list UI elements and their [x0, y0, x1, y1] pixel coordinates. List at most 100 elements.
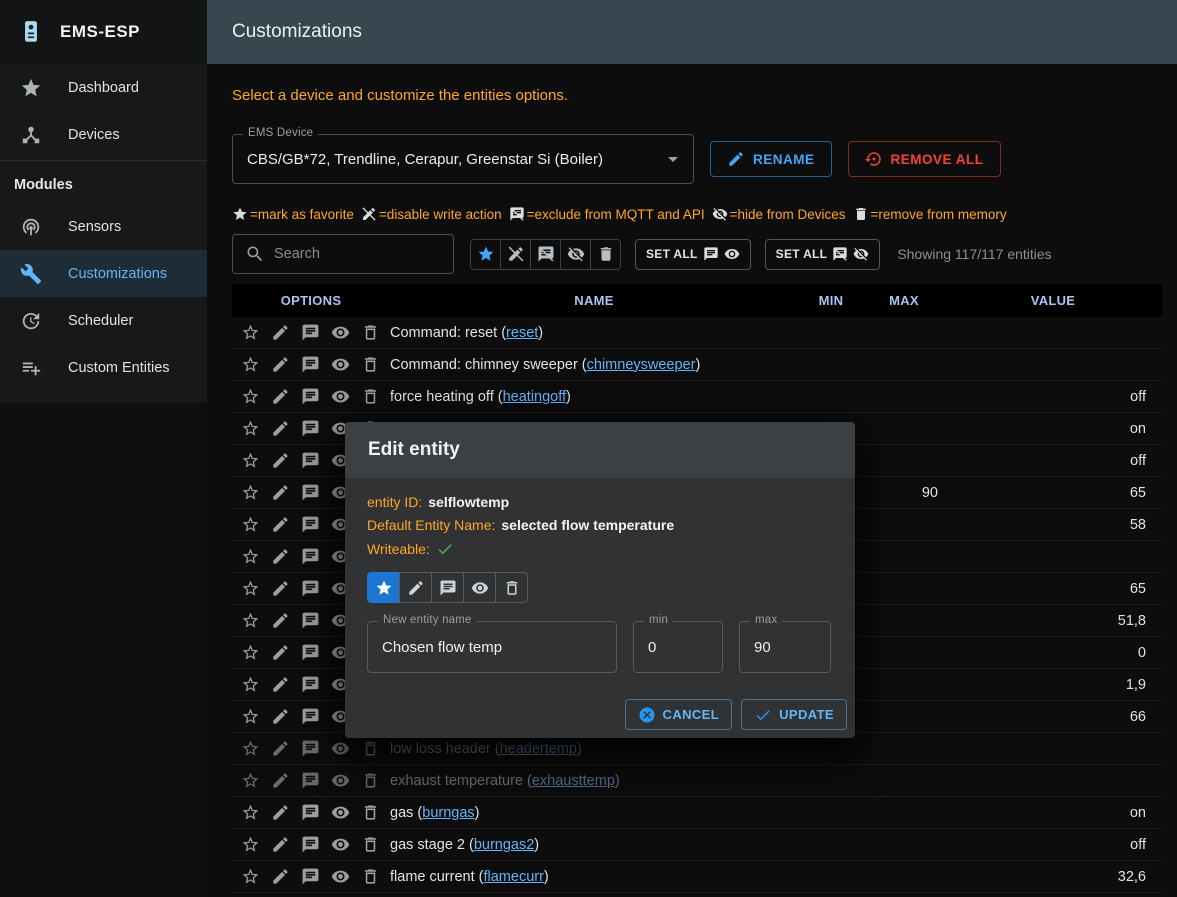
star-icon — [241, 835, 260, 854]
filter-hide-devices-button[interactable] — [560, 239, 591, 270]
showing-entities-count: Showing 117/117 entities — [897, 246, 1051, 262]
sidebar-item-label: Scheduler — [68, 313, 133, 329]
entity-id-link[interactable]: exhausttemp — [532, 773, 615, 789]
entity-id-link[interactable]: chimneysweeper — [587, 357, 696, 373]
edit-icon — [271, 707, 290, 726]
chat-icon — [301, 547, 320, 566]
visibility-icon — [331, 803, 350, 822]
entity-id-link[interactable]: reset — [506, 325, 538, 341]
star-icon — [232, 206, 248, 222]
toggle-disable-write-button[interactable] — [399, 572, 432, 603]
filter-remove-button[interactable] — [590, 239, 621, 270]
filter-disable-write-button[interactable] — [500, 239, 531, 270]
star-icon — [241, 611, 260, 630]
sidebar-item-scheduler[interactable]: Scheduler — [0, 297, 207, 344]
search-field[interactable] — [232, 234, 454, 274]
new-entity-name-input[interactable] — [382, 639, 602, 656]
sidebar-item-customizations[interactable]: Customizations — [0, 250, 207, 297]
visibility-icon — [724, 246, 740, 262]
toggle-exclude-mqtt-button[interactable] — [431, 572, 464, 603]
entity-id-link[interactable]: burngas2 — [474, 837, 534, 853]
toggle-favorite-button[interactable] — [367, 572, 400, 603]
table-row[interactable]: exhaust temperature (exhausttemp) — [232, 765, 1162, 797]
entity-name: force heating off (heatingoff) — [390, 389, 798, 405]
remove-all-button[interactable]: REMOVE ALL — [848, 141, 1001, 177]
star-icon — [241, 483, 260, 502]
edit-entity-dialog: Edit entity entity ID: selflowtemp Defau… — [345, 422, 855, 738]
sidebar-item-label: Custom Entities — [68, 360, 170, 376]
table-row[interactable]: Command: reset (reset) — [232, 317, 1162, 349]
entity-value: off — [944, 389, 1162, 405]
chat-icon — [301, 515, 320, 534]
cancel-button[interactable]: CANCEL — [625, 699, 733, 730]
star-icon — [241, 451, 260, 470]
row-option-icons — [232, 803, 390, 822]
ems-device-select[interactable]: EMS Device CBS/GB*72, Trendline, Cerapur… — [232, 134, 694, 184]
filter-favorite-button[interactable] — [470, 239, 501, 270]
edit-icon — [727, 150, 745, 168]
table-row[interactable]: force heating off (heatingoff) off — [232, 381, 1162, 413]
table-row[interactable]: gas stage 2 (burngas2)off — [232, 829, 1162, 861]
search-input[interactable] — [274, 246, 441, 262]
star-icon — [241, 803, 260, 822]
entity-id-link[interactable]: burngas — [422, 805, 474, 821]
app-window: EMS-ESP Dashboard Devices Modules Sensor… — [0, 0, 1177, 897]
star-icon — [241, 643, 260, 662]
legend-favorite: =mark as favorite — [232, 206, 354, 222]
chat-icon — [301, 611, 320, 630]
visibility-off-icon — [567, 245, 585, 263]
row-option-icons — [232, 387, 390, 406]
app-logo-bar: EMS-ESP — [0, 0, 207, 64]
chat-off-icon — [537, 245, 555, 263]
entity-id-link[interactable]: heatingoff — [503, 389, 566, 405]
dashboard-icon — [20, 77, 42, 99]
edit-icon — [271, 547, 290, 566]
visibility-icon — [331, 387, 350, 406]
chat-icon — [301, 387, 320, 406]
delete-icon — [503, 579, 521, 597]
table-row[interactable]: Command: chimney sweeper (chimneysweeper… — [232, 349, 1162, 381]
sidebar-item-dashboard[interactable]: Dashboard — [0, 64, 207, 111]
min-input[interactable] — [648, 639, 708, 656]
table-row[interactable]: flame current (flamecurr)32,6 — [232, 861, 1162, 893]
edit-icon — [271, 387, 290, 406]
sidebar-item-label: Devices — [68, 127, 120, 143]
entity-id-link[interactable]: flamecurr — [483, 869, 543, 885]
entity-id-link[interactable]: headertemp — [500, 741, 577, 757]
edit-icon — [271, 419, 290, 438]
cancel-circle-icon — [638, 706, 656, 724]
toggle-remove-button[interactable] — [495, 572, 528, 603]
rename-button[interactable]: RENAME — [710, 141, 832, 177]
update-button[interactable]: UPDATE — [741, 699, 847, 730]
set-all-hidden-button[interactable]: SET ALL — [765, 239, 881, 270]
table-header: OPTIONS NAME MIN MAX VALUE — [232, 284, 1162, 317]
sidebar-item-devices[interactable]: Devices — [0, 111, 207, 158]
star-icon — [241, 387, 260, 406]
delete-icon — [853, 206, 869, 222]
max-input[interactable] — [754, 639, 816, 656]
writeable-line: Writeable: — [367, 540, 833, 558]
toggle-hide-devices-button[interactable] — [463, 572, 496, 603]
device-row: EMS Device CBS/GB*72, Trendline, Cerapur… — [232, 134, 1162, 184]
row-option-icons — [232, 867, 390, 886]
chat-icon — [301, 771, 320, 790]
star-icon — [241, 355, 260, 374]
entity-max: 90 — [864, 485, 944, 501]
edit-icon — [271, 643, 290, 662]
chat-off-icon — [832, 246, 848, 262]
chat-icon — [703, 246, 719, 262]
sidebar-item-custom-entities[interactable]: Custom Entities — [0, 344, 207, 391]
sidebar: EMS-ESP Dashboard Devices Modules Sensor… — [0, 0, 207, 897]
chat-icon — [301, 451, 320, 470]
sidebar-item-sensors[interactable]: Sensors — [0, 203, 207, 250]
column-header-min: MIN — [798, 293, 864, 308]
visibility-off-icon — [712, 206, 728, 222]
star-icon — [241, 675, 260, 694]
column-header-options: OPTIONS — [232, 293, 390, 308]
column-header-max: MAX — [864, 293, 944, 308]
delete-icon — [361, 323, 380, 342]
filter-exclude-mqtt-button[interactable] — [530, 239, 561, 270]
set-all-visible-button[interactable]: SET ALL — [635, 239, 751, 270]
table-row[interactable]: gas (burngas)on — [232, 797, 1162, 829]
dialog-body: entity ID: selflowtemp Default Entity Na… — [345, 478, 855, 673]
